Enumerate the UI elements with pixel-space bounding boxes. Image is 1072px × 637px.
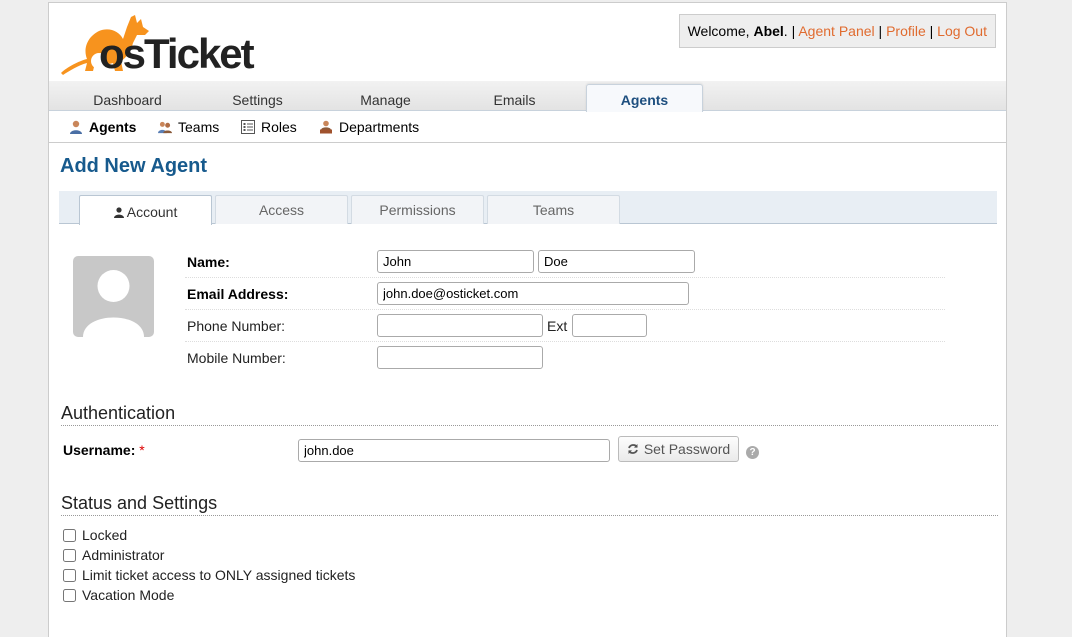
username-label: Username: * (63, 442, 145, 458)
limit-access-checkbox-row[interactable]: Limit ticket access to ONLY assigned tic… (63, 567, 355, 583)
logout-link[interactable]: Log Out (937, 23, 987, 39)
authentication-heading: Authentication (61, 403, 176, 423)
roles-list-icon (241, 120, 255, 134)
welcome-box: Welcome, Abel. | Agent Panel | Profile |… (678, 14, 996, 48)
vacation-mode-checkbox[interactable] (63, 588, 76, 602)
tab-account[interactable]: Account (79, 195, 212, 225)
ext-label: Ext (547, 318, 568, 334)
username-input[interactable] (298, 439, 610, 462)
first-name-input[interactable] (377, 250, 534, 273)
status-settings-heading: Status and Settings (61, 493, 218, 513)
user-icon (113, 207, 124, 218)
page-title: Add New Agent (60, 155, 208, 177)
name-label: Name: (187, 254, 230, 270)
osticket-logo[interactable]: osTicket (57, 9, 267, 79)
section-divider (61, 425, 998, 426)
main-nav: Dashboard Settings Manage Emails Agents (49, 81, 1006, 112)
mobile-input[interactable] (377, 346, 543, 369)
refresh-icon (627, 444, 638, 454)
nav-settings[interactable]: Settings (191, 81, 324, 111)
row-divider (185, 277, 945, 278)
agent-panel-link[interactable]: Agent Panel (798, 23, 874, 39)
phone-label: Phone Number: (187, 318, 286, 334)
tab-permissions[interactable]: Permissions (351, 195, 484, 224)
required-mark: * (139, 442, 145, 458)
mobile-label: Mobile Number: (187, 350, 286, 366)
agent-icon (70, 120, 82, 134)
nav-agents[interactable]: Agents (586, 84, 703, 112)
phone-input[interactable] (377, 314, 543, 337)
vacation-mode-checkbox-row[interactable]: Vacation Mode (63, 587, 174, 603)
last-name-input[interactable] (538, 250, 695, 273)
logo-wordmark: osTicket (99, 30, 255, 77)
ext-input[interactable] (572, 314, 647, 337)
tab-access[interactable]: Access (215, 195, 348, 224)
locked-checkbox-row[interactable]: Locked (63, 527, 127, 543)
nav-emails[interactable]: Emails (448, 81, 581, 111)
administrator-checkbox-row[interactable]: Administrator (63, 547, 164, 563)
help-icon[interactable]: ? (746, 446, 759, 459)
avatar (73, 256, 154, 337)
welcome-text: Welcome, (687, 23, 750, 39)
sub-nav: Agents Teams Roles Departments (49, 112, 1006, 143)
subnav-teams[interactable]: Teams (158, 119, 219, 135)
subnav-roles[interactable]: Roles (241, 119, 297, 135)
tab-teams[interactable]: Teams (487, 195, 620, 224)
limit-access-checkbox[interactable] (63, 568, 76, 582)
nav-manage[interactable]: Manage (319, 81, 452, 111)
tab-bar: Account Access Permissions Teams (59, 191, 997, 225)
row-divider (185, 341, 945, 342)
administrator-checkbox[interactable] (63, 548, 76, 562)
row-divider (185, 309, 945, 310)
section-divider (61, 515, 998, 516)
profile-link[interactable]: Profile (886, 23, 926, 39)
email-input[interactable] (377, 282, 689, 305)
subnav-departments[interactable]: Departments (319, 119, 419, 135)
set-password-button[interactable]: Set Password (618, 436, 739, 462)
email-label: Email Address: (187, 286, 289, 302)
team-icon (158, 121, 172, 134)
header: osTicket Welcome, Abel. | Agent Panel | … (49, 3, 1006, 81)
locked-checkbox[interactable] (63, 528, 76, 542)
user-name: Abel (753, 23, 784, 39)
department-icon (320, 120, 332, 134)
nav-dashboard[interactable]: Dashboard (61, 81, 194, 111)
subnav-agents[interactable]: Agents (69, 119, 136, 135)
page-container: osTicket Welcome, Abel. | Agent Panel | … (48, 2, 1007, 637)
default-avatar-icon (83, 270, 144, 337)
